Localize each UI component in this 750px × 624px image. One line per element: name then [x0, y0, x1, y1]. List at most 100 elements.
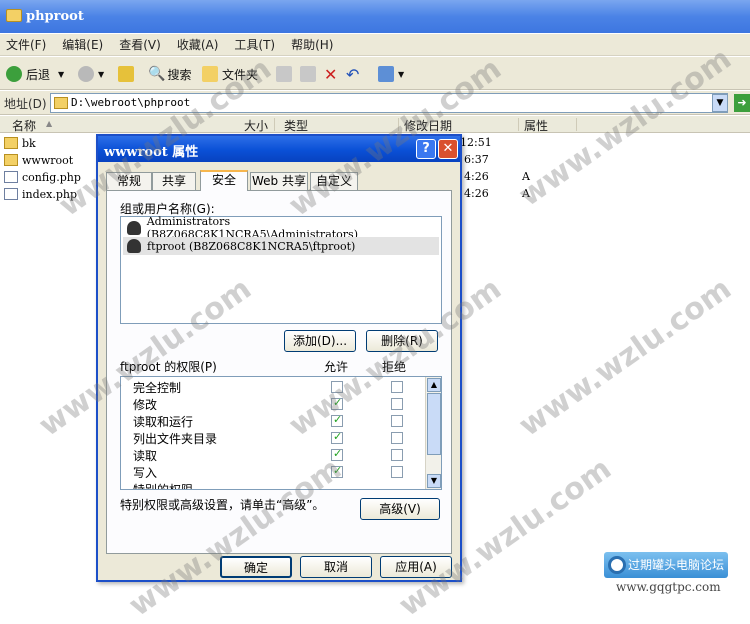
- col-type[interactable]: 类型: [284, 117, 308, 134]
- undo-icon: ↶: [346, 64, 360, 84]
- col-size[interactable]: 大小: [244, 117, 268, 134]
- column-divider[interactable]: [274, 118, 275, 131]
- allow-checkbox[interactable]: [331, 413, 343, 427]
- allow-checkbox[interactable]: [331, 381, 343, 393]
- file-attributes: A: [522, 170, 530, 183]
- address-input[interactable]: D:\webroot\phproot: [50, 93, 728, 113]
- move-to-icon: [276, 66, 292, 82]
- list-item[interactable]: config.php: [4, 169, 81, 185]
- list-item[interactable]: wwwroot: [4, 152, 73, 168]
- move-to-button[interactable]: [276, 63, 296, 85]
- perm-row: 修改: [121, 396, 425, 413]
- perm-row: 特别的权限: [121, 481, 425, 489]
- menu-file[interactable]: 文件(F): [6, 36, 46, 53]
- deny-checkbox[interactable]: [391, 381, 403, 393]
- deny-checkbox[interactable]: [391, 432, 403, 444]
- scroll-up-icon[interactable]: ▲: [427, 378, 441, 392]
- file-name: config.php: [22, 170, 81, 184]
- address-value: D:\webroot\phproot: [71, 96, 191, 109]
- column-divider[interactable]: [576, 118, 577, 131]
- perm-name: 完全控制: [133, 381, 182, 395]
- back-button[interactable]: 后退 ▼: [6, 63, 64, 85]
- logo-text: 过期罐头电脑论坛: [628, 558, 725, 572]
- folders-label: 文件夹: [222, 67, 259, 82]
- folder-icon: [6, 9, 22, 22]
- search-button[interactable]: 🔍 搜索: [148, 63, 191, 85]
- col-name[interactable]: 名称: [12, 117, 36, 134]
- address-dropdown-button[interactable]: ▼: [712, 94, 728, 112]
- perm-name: 列出文件夹目录: [133, 432, 218, 446]
- file-name: wwwroot: [22, 153, 74, 167]
- user-group-icon: [127, 221, 141, 235]
- remove-user-button[interactable]: 删除(R): [366, 330, 438, 352]
- dialog-titlebar[interactable]: wwwroot 属性 ? ✕: [98, 136, 460, 162]
- help-button[interactable]: ?: [416, 139, 436, 159]
- add-user-button[interactable]: 添加(D)...: [284, 330, 356, 352]
- menu-help[interactable]: 帮助(H): [291, 36, 333, 53]
- scroll-down-icon[interactable]: ▼: [427, 474, 441, 488]
- tab-sharing[interactable]: 共享: [152, 172, 196, 190]
- window-titlebar: phproot: [0, 0, 750, 33]
- deny-checkbox[interactable]: [391, 466, 403, 478]
- advanced-button[interactable]: 高级(V): [360, 498, 440, 520]
- close-icon: ✕: [442, 141, 454, 156]
- undo-button[interactable]: ↶: [346, 63, 359, 85]
- logo-url: www.gqgtpc.com: [616, 580, 721, 594]
- tab-general[interactable]: 常规: [106, 172, 152, 190]
- cancel-button[interactable]: 取消: [300, 556, 372, 578]
- allow-checkbox[interactable]: [331, 464, 343, 478]
- tab-custom[interactable]: 自定义: [310, 172, 358, 190]
- deny-checkbox[interactable]: [391, 398, 403, 410]
- forward-button[interactable]: ▼: [78, 63, 104, 85]
- go-arrow-icon: ➜: [737, 96, 747, 109]
- tab-web-sharing[interactable]: Web 共享: [250, 172, 308, 190]
- column-divider[interactable]: [518, 118, 519, 131]
- ok-button[interactable]: 确定: [220, 556, 292, 578]
- go-button[interactable]: ➜: [734, 94, 750, 112]
- col-attributes[interactable]: 属性: [524, 117, 548, 134]
- search-icon: 🔍: [148, 66, 166, 82]
- deny-header: 拒绝: [382, 360, 407, 374]
- php-file-icon: [4, 171, 18, 183]
- user-name: ftproot (B8Z068C8K1NCRA5\ftproot): [147, 239, 356, 253]
- user-row-ftproot[interactable]: ftproot (B8Z068C8K1NCRA5\ftproot): [123, 237, 439, 255]
- delete-button[interactable]: ✕: [324, 63, 337, 85]
- perm-row: 列出文件夹目录: [121, 430, 425, 447]
- file-modified: 6:37: [464, 153, 489, 166]
- deny-checkbox[interactable]: [391, 449, 403, 461]
- up-folder-icon: [118, 66, 134, 82]
- list-item[interactable]: index.php: [4, 186, 77, 202]
- permissions-scrollbar[interactable]: ▲ ▼: [425, 377, 441, 489]
- scroll-thumb[interactable]: [427, 393, 441, 455]
- file-name: bk: [22, 136, 36, 150]
- back-arrow-icon: [6, 66, 22, 82]
- tab-security[interactable]: 安全: [200, 170, 248, 191]
- menu-favorites[interactable]: 收藏(A): [177, 36, 219, 53]
- column-divider[interactable]: [398, 118, 399, 131]
- views-button[interactable]: ▼: [378, 63, 404, 85]
- column-header: 名称 ▲ 大小 类型 修改日期 属性: [0, 116, 750, 133]
- allow-checkbox[interactable]: [331, 396, 343, 410]
- allow-checkbox[interactable]: [331, 430, 343, 444]
- col-modified[interactable]: 修改日期: [404, 117, 452, 134]
- up-button[interactable]: [118, 63, 138, 85]
- forward-arrow-icon: [78, 66, 94, 82]
- allow-checkbox[interactable]: [331, 447, 343, 461]
- apply-button[interactable]: 应用(A): [380, 556, 452, 578]
- allow-header: 允许: [324, 360, 349, 374]
- chevron-down-icon: ▼: [58, 69, 65, 79]
- menu-edit[interactable]: 编辑(E): [62, 36, 103, 53]
- chevron-down-icon: ▼: [398, 69, 405, 79]
- list-item[interactable]: bk: [4, 135, 36, 151]
- toolbar: 后退 ▼ ▼ 🔍 搜索 文件夹 ✕ ↶ ▼: [0, 57, 750, 90]
- address-bar: 地址(D) D:\webroot\phproot ▼ ➜: [0, 91, 750, 115]
- deny-checkbox[interactable]: [391, 415, 403, 427]
- close-button[interactable]: ✕: [438, 139, 458, 159]
- user-row-administrators[interactable]: Administrators (B8Z068C8K1NCRA5\Administ…: [123, 215, 439, 241]
- copy-to-button[interactable]: [300, 63, 320, 85]
- users-list[interactable]: Administrators (B8Z068C8K1NCRA5\Administ…: [120, 215, 442, 324]
- search-label: 搜索: [167, 67, 192, 82]
- menu-view[interactable]: 查看(V): [119, 36, 161, 53]
- menu-tools[interactable]: 工具(T): [234, 36, 275, 53]
- folders-button[interactable]: 文件夹: [202, 63, 258, 85]
